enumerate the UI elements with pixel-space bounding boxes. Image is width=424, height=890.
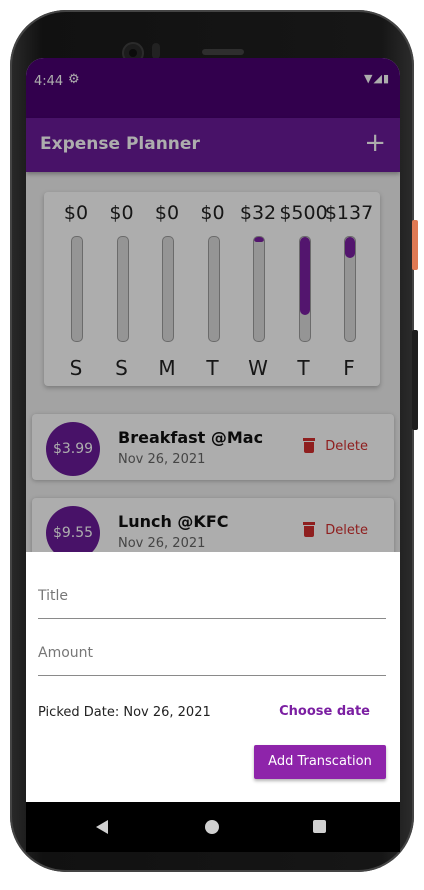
new-transaction-sheet: Picked Date: Nov 26, 2021 Choose date Ad… xyxy=(26,552,400,802)
proximity-sensor xyxy=(152,43,160,59)
recents-icon[interactable] xyxy=(313,820,326,833)
earpiece-speaker xyxy=(202,49,244,55)
volume-rocker[interactable] xyxy=(412,330,418,430)
title-field xyxy=(38,578,386,619)
home-icon[interactable] xyxy=(205,820,219,834)
back-icon[interactable] xyxy=(96,820,108,834)
amount-field xyxy=(38,635,386,676)
navigation-bar xyxy=(26,802,400,852)
add-transaction-button[interactable]: Add Transcation xyxy=(254,745,386,779)
title-input[interactable] xyxy=(38,578,386,614)
choose-date-button[interactable]: Choose date xyxy=(279,704,370,719)
amount-input[interactable] xyxy=(38,635,386,671)
picked-date-label: Picked Date: Nov 26, 2021 xyxy=(38,705,211,720)
power-button[interactable] xyxy=(412,220,418,270)
app-screen: 4:44 ⚙ ▼◢▮ Expense Planner + $0 S $0 S $0 M $0… xyxy=(26,58,400,802)
